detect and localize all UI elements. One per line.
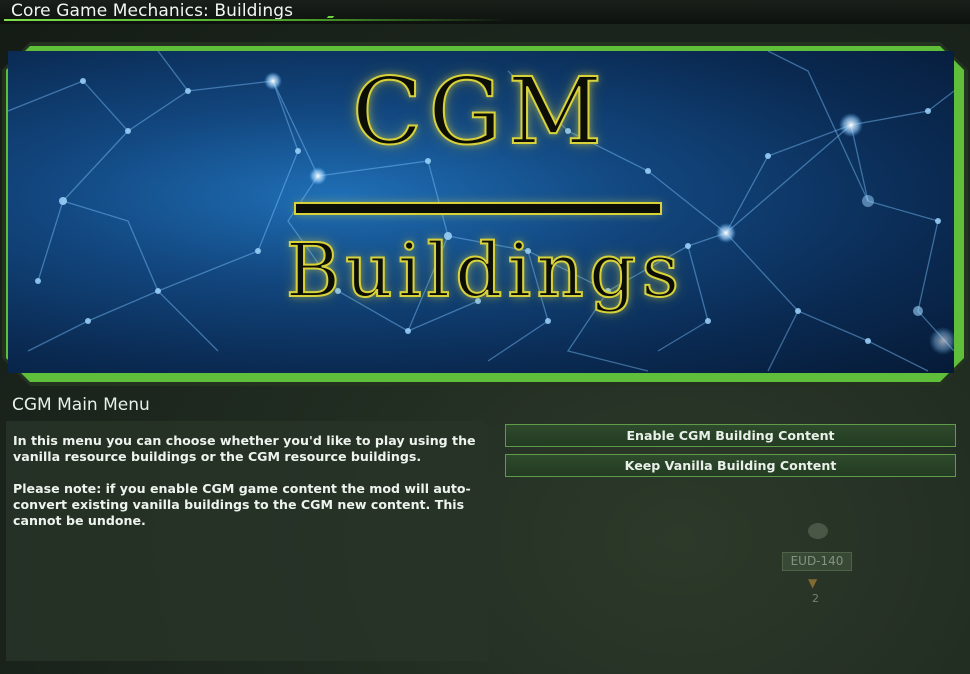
window-titlebar: Core Game Mechanics: Buildings: [0, 0, 970, 24]
logo-cgm-text: CGM: [351, 57, 609, 166]
keep-vanilla-content-button[interactable]: Keep Vanilla Building Content: [505, 454, 956, 477]
enable-cgm-content-button[interactable]: Enable CGM Building Content: [505, 424, 956, 447]
planet-icon: [808, 523, 828, 539]
system-label: EUD-140: [782, 552, 852, 571]
logo-divider: [296, 204, 660, 213]
title-underline: [4, 19, 508, 21]
logo-buildings-text: Buildings: [285, 227, 685, 315]
resource-icon: ▼: [808, 576, 818, 590]
description-paragraph-2: Please note: if you enable CGM game cont…: [13, 481, 471, 528]
window-title: Core Game Mechanics: Buildings: [11, 1, 294, 21]
description-paragraph-1: In this menu you can choose whether you'…: [13, 433, 476, 464]
menu-heading: CGM Main Menu: [12, 395, 150, 415]
description-text: In this menu you can choose whether you'…: [13, 433, 483, 545]
resource-count: 2: [812, 592, 819, 605]
